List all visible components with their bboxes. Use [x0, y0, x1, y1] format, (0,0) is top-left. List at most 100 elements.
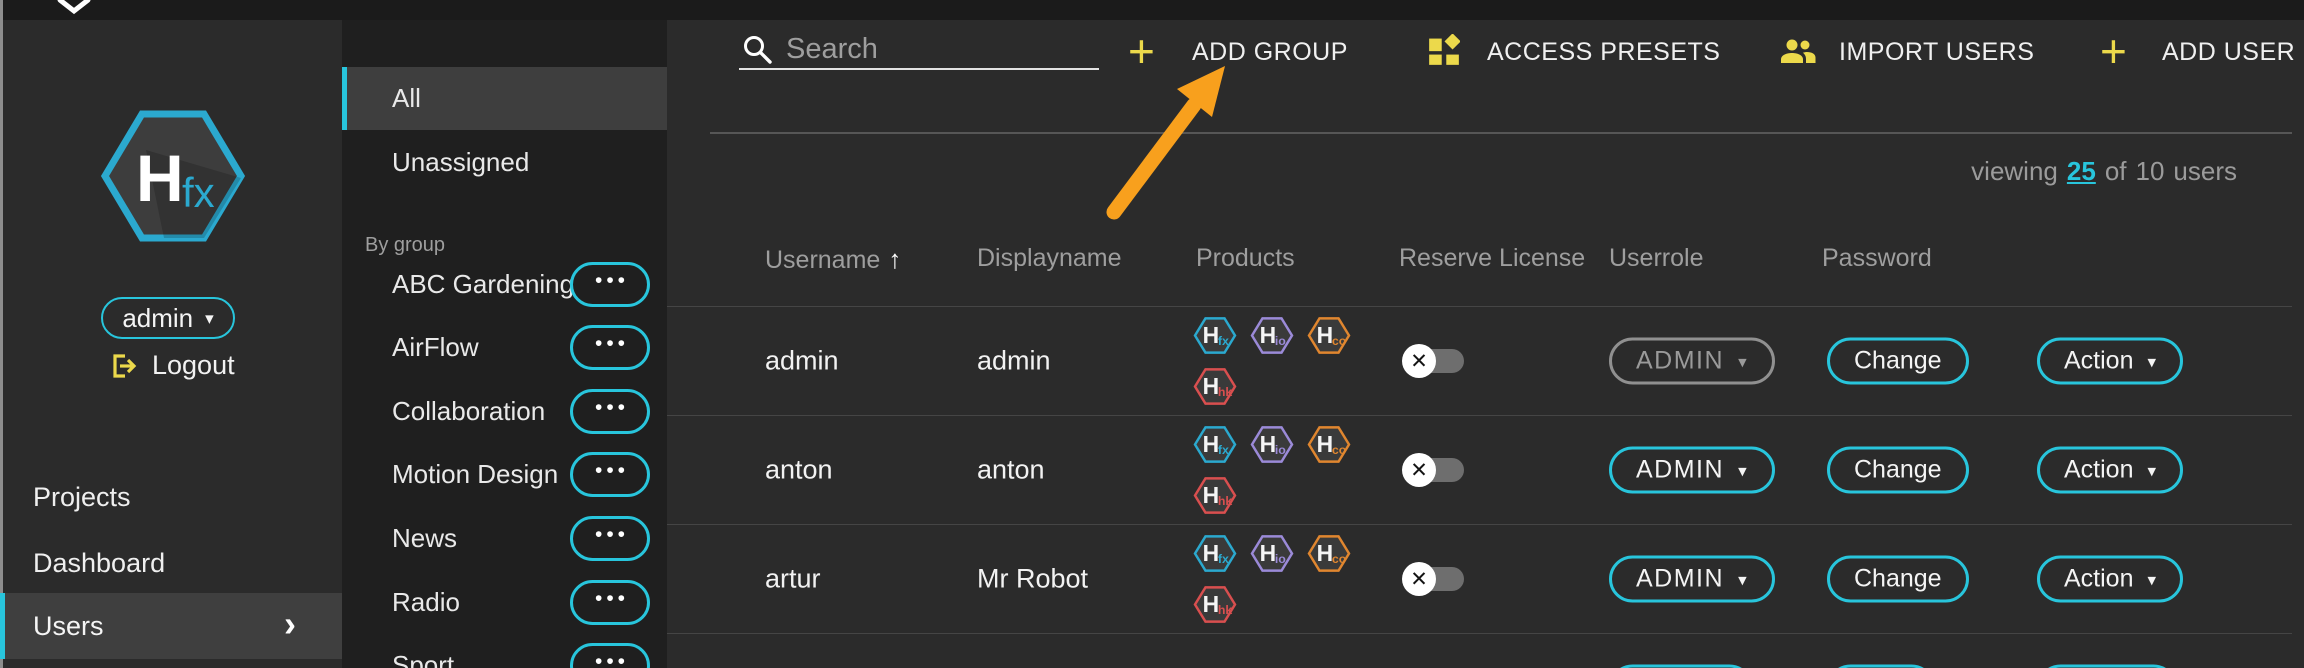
add-user-button[interactable]: ADD USER [2162, 36, 2295, 68]
userrole-value: ADMIN [1636, 347, 1724, 376]
userrole-dropdown[interactable]: ADMIN▾ [1609, 447, 1775, 494]
change-password-button[interactable]: Change [1827, 556, 1969, 603]
toolbar-divider [710, 132, 2292, 134]
search-input[interactable] [784, 26, 1088, 72]
column-header-displayname[interactable]: Displayname [977, 244, 1122, 273]
action-dropdown[interactable]: Action ▾ [2037, 447, 2183, 494]
caret-down-icon: ▾ [1738, 350, 1748, 372]
password-cell: Change [1827, 556, 1969, 603]
userrole-dropdown[interactable] [1609, 665, 1753, 668]
group-item[interactable]: ABC Gardening ••• [342, 253, 667, 316]
toggle-thumb-off: ✕ [1402, 562, 1436, 596]
search-icon [742, 34, 774, 66]
add-user-plus-icon[interactable]: + [2100, 28, 2127, 74]
access-presets-icon[interactable] [1428, 34, 1460, 66]
more-dots-icon: ••• [591, 460, 629, 481]
table-row: anton anton Hfx Hio Hco Hhk ✕ ADMIN▾ Cha… [667, 415, 2292, 524]
group-item[interactable]: AirFlow ••• [342, 316, 667, 379]
svg-text:fx: fx [182, 169, 215, 216]
viewing-total: 10 [2136, 156, 2165, 187]
group-options-button[interactable]: ••• [570, 580, 650, 625]
current-user-dropdown[interactable]: admin ▾ [101, 297, 235, 339]
change-password-button[interactable] [1827, 665, 1935, 668]
caret-down-icon: ▾ [1738, 568, 1748, 590]
column-header-password[interactable]: Password [1822, 244, 1932, 273]
group-options-button[interactable]: ••• [570, 452, 650, 497]
group-options-button[interactable]: ••• [570, 262, 650, 307]
table-row: artur Mr Robot Hfx Hio Hco Hhk ✕ ADMIN▾ … [667, 524, 2292, 633]
column-header-products[interactable]: Products [1196, 244, 1295, 273]
displayname-cell: admin [977, 346, 1051, 377]
action-cell [2037, 665, 2177, 668]
svg-text:co: co [1332, 443, 1347, 457]
group-options-button[interactable]: ••• [570, 643, 650, 668]
svg-text:H: H [1203, 540, 1220, 566]
action-cell: Action▾ [2037, 338, 2183, 385]
svg-text:H: H [1317, 540, 1334, 566]
group-item[interactable]: Radio ••• [342, 571, 667, 634]
group-item[interactable]: Motion Design ••• [342, 443, 667, 506]
action-dropdown[interactable] [2037, 665, 2177, 668]
toggle-thumb-off: ✕ [1402, 453, 1436, 487]
userrole-cell [1609, 665, 1753, 668]
logout-button[interactable]: Logout [108, 350, 235, 381]
annotation-arrow [1100, 60, 1235, 220]
groups-panel: All Unassigned By group ABC Gardening ••… [342, 20, 667, 668]
action-label: Action [2064, 456, 2133, 485]
user-management-screen: H fx admin ▾ Logout Projects Dashboard U… [0, 0, 2304, 668]
column-header-reserve-license[interactable]: Reserve License [1399, 244, 1585, 273]
import-users-button[interactable]: IMPORT USERS [1839, 36, 2034, 68]
svg-text:H: H [1260, 431, 1277, 457]
access-presets-button[interactable]: ACCESS PRESETS [1487, 36, 1720, 68]
viewing-suffix: users [2173, 156, 2237, 187]
username-cell: anton [765, 455, 833, 486]
svg-text:H: H [1203, 431, 1220, 457]
group-item-label: ABC Gardening [392, 253, 574, 316]
group-item[interactable]: Sport ••• [342, 634, 667, 668]
group-options-button[interactable]: ••• [570, 389, 650, 434]
toggle-x-icon: ✕ [1410, 351, 1428, 372]
toggle-x-icon: ✕ [1410, 569, 1428, 590]
reserve-license-toggle[interactable]: ✕ [1402, 343, 1464, 379]
product-hexagon-hco: Hco [1307, 425, 1351, 465]
svg-text:H: H [136, 141, 184, 215]
group-options-button[interactable]: ••• [570, 516, 650, 561]
group-item[interactable]: News ••• [342, 507, 667, 570]
group-filter-all[interactable]: All [342, 67, 667, 130]
group-filter-unassigned[interactable]: Unassigned [342, 131, 667, 194]
more-dots-icon: ••• [591, 333, 629, 354]
viewing-count-link[interactable]: 25 [2067, 156, 2096, 187]
username-cell: artur [765, 564, 821, 595]
svg-text:hk: hk [1218, 603, 1233, 617]
more-dots-icon: ••• [591, 588, 629, 609]
sidebar-item-dashboard[interactable]: Dashboard [33, 543, 165, 583]
group-item[interactable]: Collaboration ••• [342, 380, 667, 443]
reserve-license-toggle[interactable]: ✕ [1402, 452, 1464, 488]
window-chevron-icon [52, 0, 96, 16]
change-password-button[interactable]: Change [1827, 447, 1969, 494]
change-password-button[interactable]: Change [1827, 338, 1969, 385]
sidebar-item-users[interactable]: Users › [0, 593, 342, 659]
caret-down-icon: ▾ [2147, 459, 2156, 481]
product-hexagon-hco: Hco [1307, 316, 1351, 356]
svg-text:H: H [1317, 322, 1334, 348]
action-dropdown[interactable]: Action▾ [2037, 556, 2183, 603]
sidebar-item-projects[interactable]: Projects [33, 477, 131, 517]
svg-text:io: io [1275, 552, 1286, 566]
group-filter-all-label: All [392, 67, 421, 130]
reserve-license-toggle[interactable]: ✕ [1402, 561, 1464, 597]
action-dropdown[interactable]: Action▾ [2037, 338, 2183, 385]
userrole-dropdown[interactable]: ADMIN▾ [1609, 556, 1775, 603]
svg-text:io: io [1275, 443, 1286, 457]
svg-text:co: co [1332, 334, 1347, 348]
product-hexagon-hfx: Hfx [1193, 316, 1237, 356]
viewing-prefix: viewing [1971, 156, 2058, 187]
column-header-userrole[interactable]: Userrole [1609, 244, 1703, 273]
product-hexagon-hco: Hco [1307, 534, 1351, 574]
svg-text:H: H [1203, 373, 1220, 399]
password-cell [1827, 665, 1935, 668]
column-header-username-label: Username [765, 246, 880, 274]
import-users-icon[interactable] [1778, 38, 1818, 66]
column-header-username[interactable]: Username↑ [765, 244, 901, 275]
group-options-button[interactable]: ••• [570, 325, 650, 370]
